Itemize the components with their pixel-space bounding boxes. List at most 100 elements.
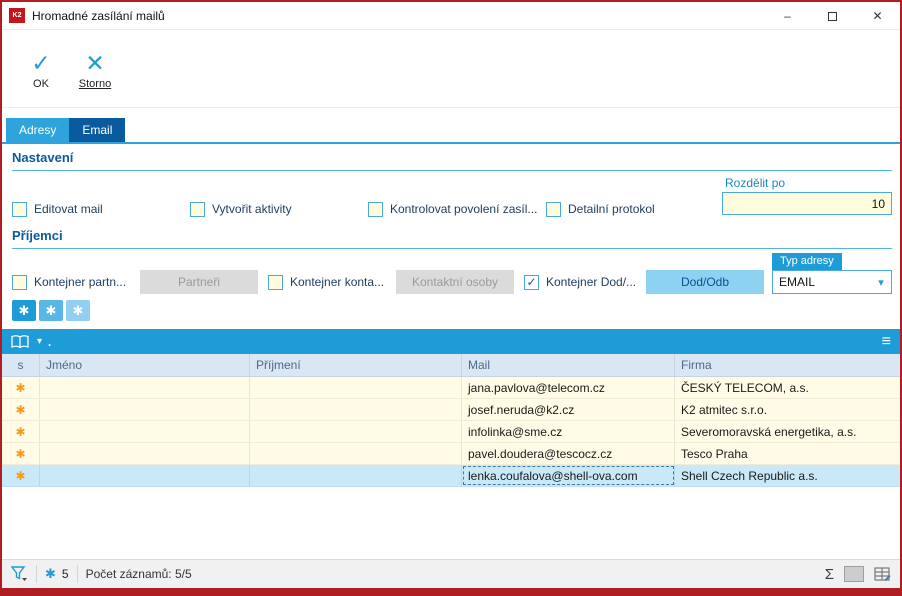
dialog-window: K2 Hromadné zasílání mailů – ✕ ✓ OK ✕ St… [0, 0, 902, 596]
cell-jmeno[interactable] [40, 377, 250, 398]
dod-odb-button[interactable]: Dod/Odb [646, 270, 764, 294]
window-controls: – ✕ [765, 2, 900, 30]
cell-prijmeni[interactable] [250, 377, 462, 398]
checkbox-kontejner-partneri[interactable]: Kontejner partn... [12, 274, 126, 290]
asterisk-button-1[interactable]: ✱ [12, 300, 36, 321]
cell-firma[interactable]: Tesco Praha [675, 443, 900, 464]
table-row-selected[interactable]: ✱ lenka.coufalova@shell-ova.com Shell Cz… [2, 465, 900, 487]
partneri-button[interactable]: Partneři [140, 270, 258, 294]
asterisk-icon[interactable]: ✱ [45, 566, 56, 582]
cell-firma[interactable]: ČESKÝ TELECOM, a.s. [675, 377, 900, 398]
cell-jmeno[interactable] [40, 399, 250, 420]
sum-icon[interactable]: Σ [825, 566, 834, 583]
check-icon: ✓ [526, 275, 536, 289]
address-type-value: EMAIL [773, 275, 871, 289]
checkbox-label: Kontejner Dod/... [546, 275, 636, 289]
dot-icon: . [48, 335, 51, 349]
ok-label: OK [33, 78, 49, 90]
checkbox-label: Editovat mail [34, 202, 103, 216]
column-header-jmeno[interactable]: Jméno [40, 354, 250, 376]
asterisk-button-3[interactable]: ✱ [66, 300, 90, 321]
table-row[interactable]: ✱ infolinka@sme.cz Severomoravská energe… [2, 421, 900, 443]
storno-label: Storno [79, 78, 111, 90]
table-row[interactable]: ✱ jana.pavlova@telecom.cz ČESKÝ TELECOM,… [2, 377, 900, 399]
cell-jmeno[interactable] [40, 465, 250, 486]
tab-bar: Adresy Email [6, 118, 125, 142]
record-marker-icon: ✱ [2, 399, 40, 420]
checkbox-box[interactable]: ✓ [524, 275, 539, 290]
gray-panel-button[interactable] [844, 566, 864, 582]
check-icon: ✓ [31, 51, 50, 75]
grid-toolbar: ▾ . ≡ [2, 329, 900, 354]
record-marker-icon: ✱ [2, 443, 40, 464]
checkbox-label: Kontejner konta... [290, 275, 384, 289]
table-row[interactable]: ✱ josef.neruda@k2.cz K2 atmitec s.r.o. [2, 399, 900, 421]
cell-firma[interactable]: Severomoravská energetika, a.s. [675, 421, 900, 442]
hamburger-menu-icon[interactable]: ≡ [882, 333, 891, 351]
column-header-firma[interactable]: Firma [675, 354, 900, 376]
close-button[interactable]: ✕ [855, 2, 900, 30]
cell-mail-focused[interactable]: lenka.coufalova@shell-ova.com [462, 465, 675, 486]
records-count-text: Počet záznamů: 5/5 [86, 567, 192, 581]
asterisk-button-2[interactable]: ✱ [39, 300, 63, 321]
book-icon[interactable] [11, 335, 29, 349]
checkbox-kontejner-dododb[interactable]: ✓ Kontejner Dod/... [524, 274, 636, 290]
tab-email[interactable]: Email [69, 118, 125, 142]
record-marker-icon: ✱ [2, 421, 40, 442]
section-title-nastaveni: Nastavení [12, 150, 892, 171]
app-icon: K2 [9, 8, 25, 23]
cell-jmeno[interactable] [40, 421, 250, 442]
checkbox-kontrolovat-povoleni[interactable]: Kontrolovat povolení zasíl... [368, 201, 537, 217]
cancel-icon: ✕ [85, 51, 104, 75]
window-title: Hromadné zasílání mailů [32, 9, 165, 23]
selected-count: 5 [62, 567, 69, 581]
storno-button[interactable]: ✕ Storno [68, 40, 122, 100]
cell-prijmeni[interactable] [250, 399, 462, 420]
maximize-button[interactable] [810, 2, 855, 30]
tab-adresy[interactable]: Adresy [6, 118, 69, 142]
status-bar: ✱ 5 Počet záznamů: 5/5 Σ [2, 559, 900, 588]
maximize-icon [828, 12, 837, 21]
kontaktni-osoby-button[interactable]: Kontaktní osoby [396, 270, 514, 294]
separator [36, 565, 37, 583]
checkbox-editovat-mail[interactable]: Editovat mail [12, 201, 103, 217]
checkbox-label: Kontrolovat povolení zasíl... [390, 202, 537, 216]
cell-prijmeni[interactable] [250, 465, 462, 486]
main-toolbar: ✓ OK ✕ Storno [2, 31, 900, 108]
chevron-down-icon[interactable]: ▾ [871, 276, 891, 289]
checkbox-kontejner-kontakty[interactable]: Kontejner konta... [268, 274, 384, 290]
cell-prijmeni[interactable] [250, 443, 462, 464]
chevron-down-icon[interactable]: ▾ [37, 336, 42, 347]
checkbox-box[interactable] [268, 275, 283, 290]
column-header-prijmeni[interactable]: Příjmení [250, 354, 462, 376]
column-header-s[interactable]: s [2, 354, 40, 376]
table-row[interactable]: ✱ pavel.doudera@tescocz.cz Tesco Praha [2, 443, 900, 465]
cell-mail[interactable]: pavel.doudera@tescocz.cz [462, 443, 675, 464]
filter-icon[interactable] [11, 566, 28, 582]
checkbox-box[interactable] [190, 202, 205, 217]
cell-jmeno[interactable] [40, 443, 250, 464]
record-marker-icon: ✱ [2, 377, 40, 398]
cell-firma[interactable]: K2 atmitec s.r.o. [675, 399, 900, 420]
checkbox-vytvorit-aktivity[interactable]: Vytvořit aktivity [190, 201, 292, 217]
record-marker-icon: ✱ [2, 465, 40, 486]
column-header-mail[interactable]: Mail [462, 354, 675, 376]
checkbox-label: Kontejner partn... [34, 275, 126, 289]
address-type-dropdown[interactable]: EMAIL ▾ [772, 270, 892, 294]
checkbox-box[interactable] [368, 202, 383, 217]
checkbox-box[interactable] [12, 275, 27, 290]
grid-settings-icon[interactable] [874, 567, 891, 582]
minimize-button[interactable]: – [765, 2, 810, 30]
ok-button[interactable]: ✓ OK [14, 40, 68, 100]
checkbox-detailni-protokol[interactable]: Detailní protokol [546, 201, 655, 217]
grid-header: s Jméno Příjmení Mail Firma [2, 354, 900, 377]
cell-mail[interactable]: infolinka@sme.cz [462, 421, 675, 442]
checkbox-box[interactable] [546, 202, 561, 217]
cell-mail[interactable]: jana.pavlova@telecom.cz [462, 377, 675, 398]
checkbox-label: Vytvořit aktivity [212, 202, 292, 216]
split-input[interactable] [722, 192, 892, 215]
checkbox-box[interactable] [12, 202, 27, 217]
cell-firma[interactable]: Shell Czech Republic a.s. [675, 465, 900, 486]
cell-mail[interactable]: josef.neruda@k2.cz [462, 399, 675, 420]
cell-prijmeni[interactable] [250, 421, 462, 442]
